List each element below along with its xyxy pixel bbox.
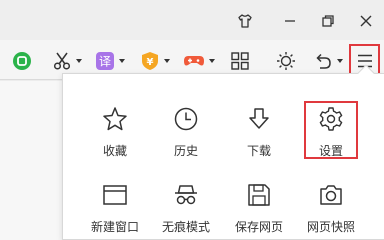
download-icon	[249, 108, 269, 129]
settings-highlight	[304, 101, 358, 159]
menu-item-label: 网页快照	[306, 220, 355, 234]
menu-item-history[interactable]: 历史	[150, 104, 222, 170]
menu-item-label: 历史	[173, 144, 198, 158]
gamepad-icon	[184, 56, 204, 66]
new-window-icon	[103, 185, 127, 205]
screenshot-button[interactable]	[52, 49, 82, 73]
menu-item-new-window[interactable]: 新建窗口	[79, 180, 151, 240]
apps-button[interactable]	[230, 49, 250, 73]
svg-text:¥: ¥	[147, 57, 154, 68]
scissors-icon	[53, 52, 71, 70]
menu-item-label: 无痕模式	[161, 220, 210, 234]
undo-icon	[316, 53, 331, 69]
shield-yen-icon: ¥	[142, 52, 158, 70]
shield-dropdown-caret[interactable]	[164, 59, 170, 63]
game-button[interactable]	[183, 49, 215, 73]
brightness-button[interactable]	[276, 49, 296, 73]
incognito-icon	[175, 185, 197, 205]
clock-icon	[174, 107, 198, 131]
menu-item-incognito[interactable]: 无痕模式	[150, 180, 222, 240]
translate-button[interactable]: 译	[95, 49, 125, 73]
minimize-icon[interactable]	[277, 8, 303, 34]
menu-item-label: 下载	[246, 144, 271, 158]
menu-item-save-page[interactable]: 保存网页	[223, 180, 295, 240]
menu-item-label: 新建窗口	[90, 220, 139, 234]
title-bar	[0, 0, 384, 40]
scissors-dropdown-caret[interactable]	[76, 59, 82, 63]
menu-item-snapshot[interactable]: 网页快照	[295, 180, 367, 240]
apps-grid-icon	[231, 52, 249, 70]
undo-button[interactable]	[313, 49, 343, 73]
save-icon	[248, 184, 270, 206]
translate-icon: 译	[96, 52, 114, 70]
restore-icon[interactable]	[315, 8, 341, 34]
star-icon	[103, 107, 127, 131]
menu-item-label: 收藏	[102, 144, 127, 158]
svg-text:译: 译	[99, 55, 111, 69]
green-app-button[interactable]	[12, 49, 32, 73]
menu-item-label: 保存网页	[234, 220, 283, 234]
translate-dropdown-caret[interactable]	[119, 59, 125, 63]
green-app-icon	[13, 52, 31, 70]
game-dropdown-caret[interactable]	[209, 59, 215, 63]
skin-icon[interactable]	[232, 8, 258, 34]
undo-dropdown-caret[interactable]	[337, 59, 343, 63]
camera-icon	[320, 185, 342, 205]
menu-item-downloads[interactable]: 下载	[223, 104, 295, 170]
brightness-icon	[277, 52, 295, 70]
close-icon[interactable]	[353, 8, 379, 34]
menu-item-favorites[interactable]: 收藏	[79, 104, 151, 170]
shopping-button[interactable]: ¥	[140, 49, 170, 73]
